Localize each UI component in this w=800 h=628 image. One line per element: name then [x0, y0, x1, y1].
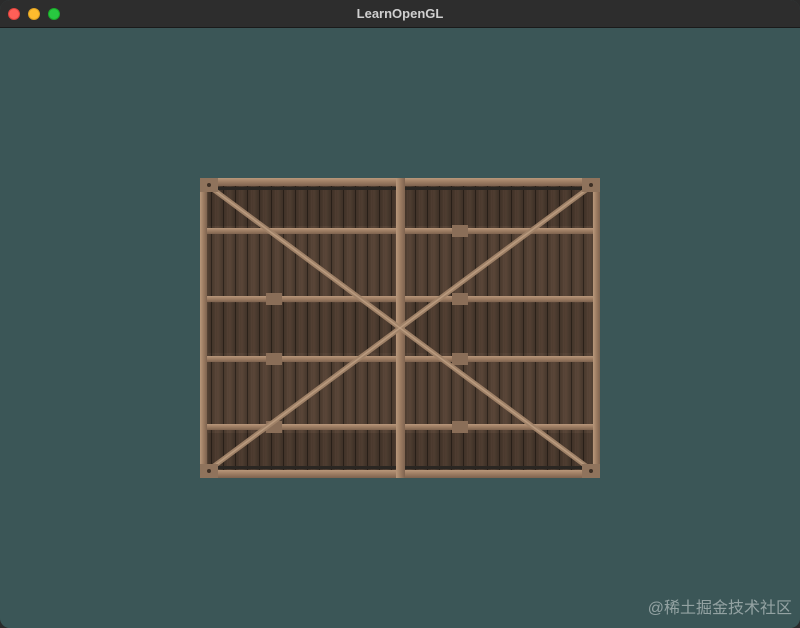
title-bar[interactable]: LearnOpenGL — [0, 0, 800, 28]
app-window: LearnOpenGL @稀土掘金技术社区 — [0, 0, 800, 628]
wooden-container-texture — [200, 178, 600, 478]
watermark-text: @稀土掘金技术社区 — [647, 600, 792, 617]
opengl-canvas[interactable]: @稀土掘金技术社区 — [0, 28, 800, 628]
window-title: LearnOpenGL — [356, 6, 444, 21]
